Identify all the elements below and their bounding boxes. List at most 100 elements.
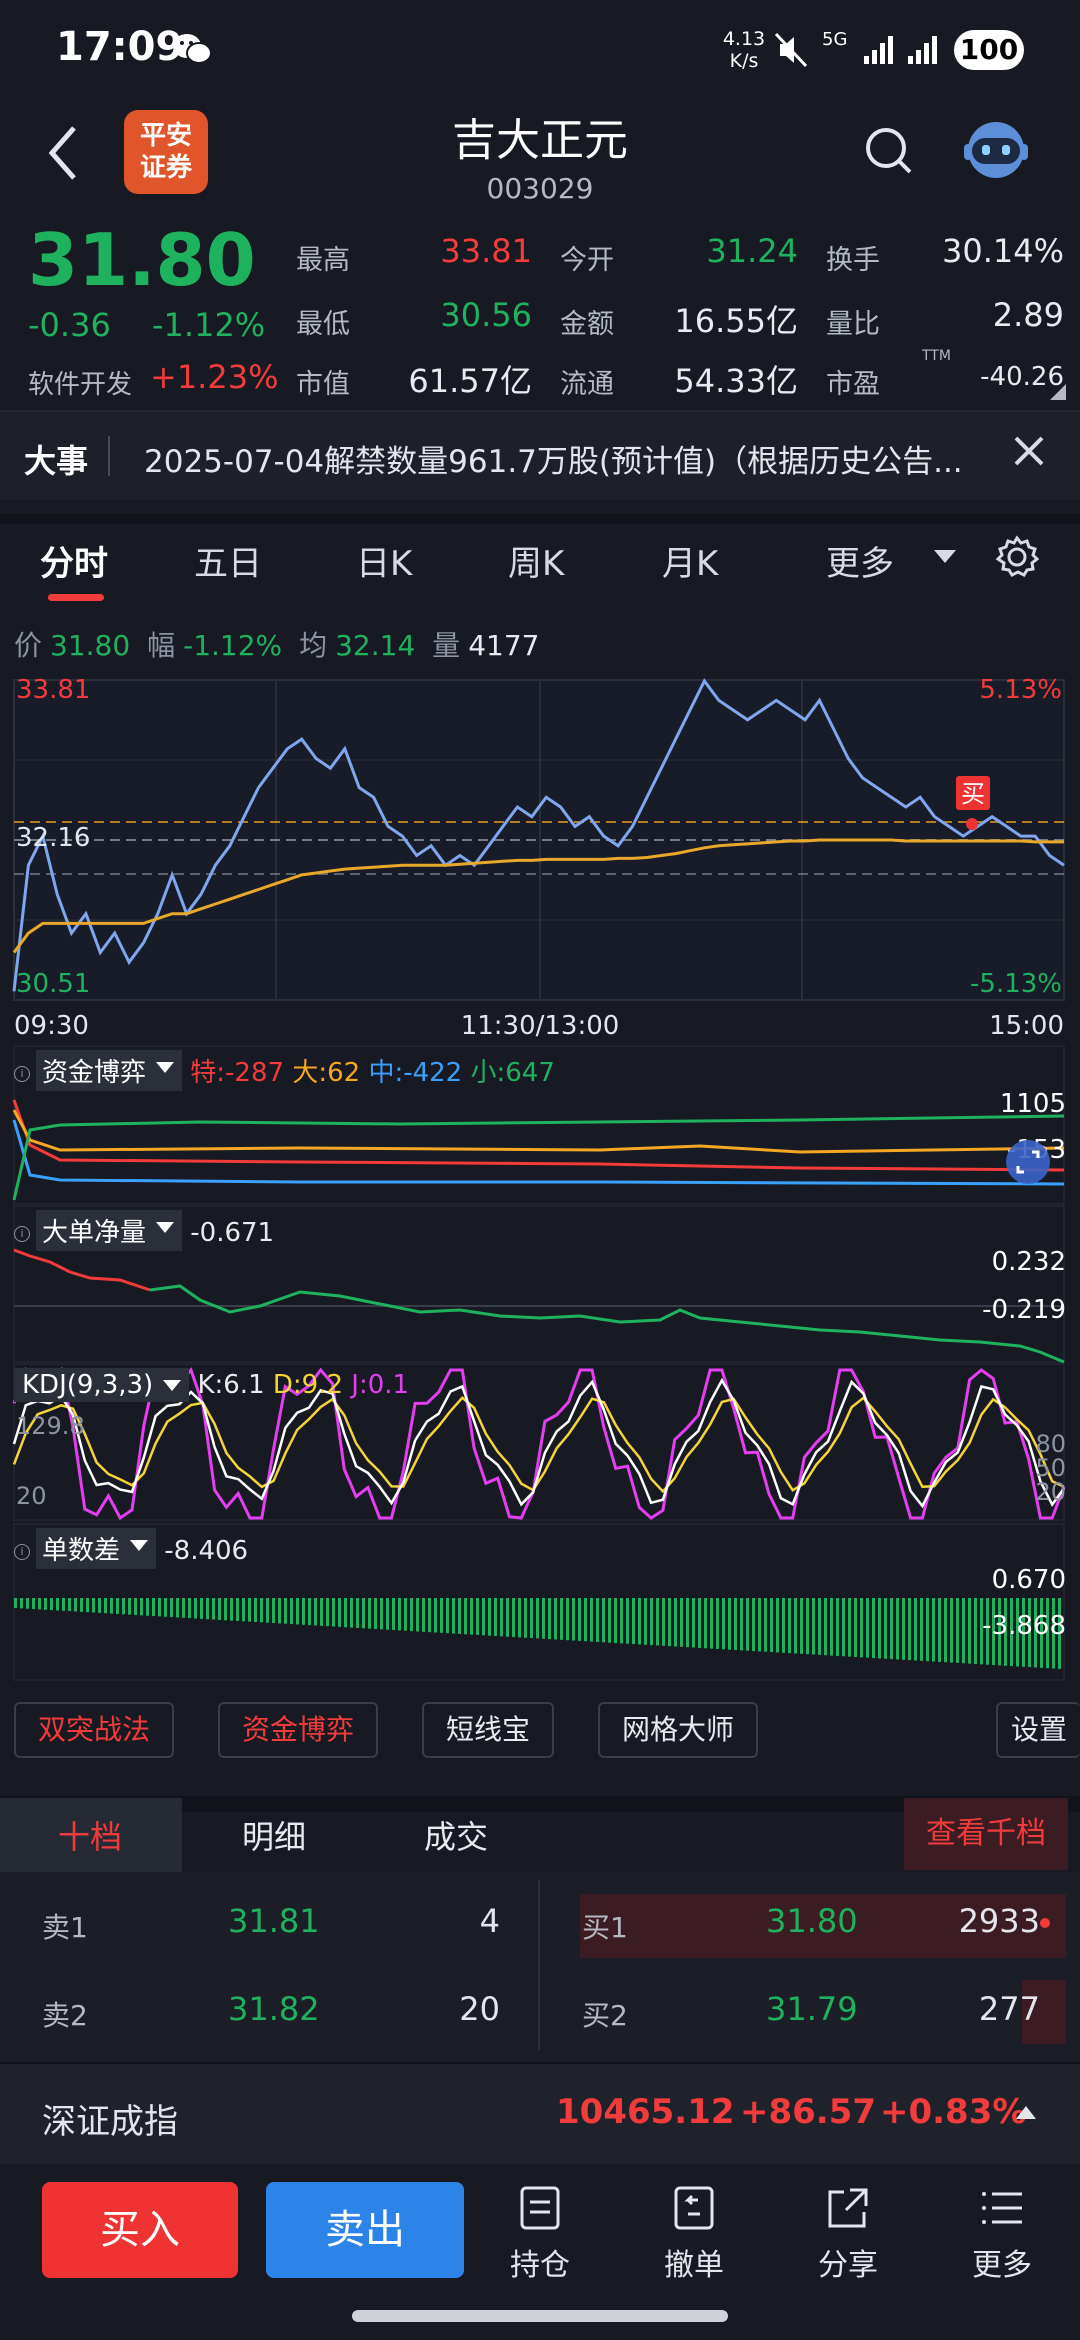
amp-value: -1.12% [183,629,283,662]
more-button[interactable]: 更多 [942,2180,1062,2284]
order-diff-bar [170,1598,173,1618]
ask1-volume: 4 [479,1902,500,1940]
tool-settings[interactable]: 设置 [996,1702,1080,1758]
buy-button[interactable]: 买入 [42,2182,238,2278]
order-diff-bar [326,1598,329,1627]
chevron-down-icon[interactable] [934,550,956,563]
order-diff-selector[interactable]: 单数差 [36,1528,157,1569]
fund-small-label: 小: [470,1058,506,1088]
fund-game-selector[interactable]: 资金博弈 [36,1050,183,1091]
bid2-volume: 277 [978,1990,1040,2028]
order-diff-bar [800,1598,803,1654]
kdj-d-value: 9.2 [301,1370,344,1400]
cancel-order-button[interactable]: 撤单 [634,2180,754,2284]
order-diff-bar [26,1598,29,1609]
tool-grid-master[interactable]: 网格大师 [598,1702,758,1758]
view-thousand-levels-button[interactable]: 查看千档 [904,1798,1068,1870]
order-diff-bar [62,1598,65,1611]
info-icon[interactable]: i [14,1065,30,1082]
tab-monthly-k[interactable]: 月K [662,536,718,585]
fullscreen-icon[interactable] [1006,1140,1050,1184]
tool-short-line[interactable]: 短线宝 [422,1702,554,1758]
back-button[interactable] [38,118,94,188]
index-value: 10465.12 [556,2092,735,2132]
order-diff-bar [926,1598,929,1662]
tab-intraday[interactable]: 分时 [40,536,108,585]
amp-label: 幅 [147,629,176,662]
current-price: 31.80 [28,218,256,302]
info-icon[interactable]: i [14,1543,30,1560]
net-speed: 4.13 K/s [722,28,766,72]
order-diff-bar [380,1598,383,1630]
share-button[interactable]: 分享 [788,2180,908,2284]
order-diff-bar [194,1598,197,1619]
open-value: 31.24 [706,232,798,270]
holdings-button[interactable]: 持仓 [480,2180,600,2284]
mute-icon [774,32,808,68]
vol-value: 4177 [468,629,540,662]
chevron-up-icon[interactable] [1016,2106,1036,2119]
order-diff-bar [20,1598,23,1609]
price-change-pct: -1.12% [152,306,266,344]
tab-daily-k[interactable]: 日K [356,536,412,585]
tool-double-breakout[interactable]: 双突战法 [14,1702,174,1758]
order-diff-bar [86,1598,89,1613]
big-order-axis-top: 0.232 [992,1247,1066,1277]
network-type-1: 5G [822,29,848,50]
order-diff-bar [848,1598,851,1657]
event-text[interactable]: 2025-07-04解禁数量961.7万股(预计值)（根据历史公告... [144,436,1010,481]
x-axis-label-midday: 11:30/13:00 [461,1011,620,1041]
sector-name[interactable]: 软件开发 [28,364,132,401]
order-diff-bar [620,1598,623,1644]
ask2-price: 31.82 [228,1990,320,2028]
info-icon[interactable]: i [14,1225,30,1242]
order-diff-bar [644,1598,647,1645]
order-diff-bar [860,1598,863,1658]
order-diff-bar [416,1598,419,1632]
search-icon[interactable] [860,122,916,178]
close-icon[interactable] [1010,432,1048,470]
fund-special-label: 特: [190,1058,226,1088]
big-order-selector[interactable]: 大单净量 [36,1210,183,1251]
pct-top-label: 5.13% [979,675,1062,705]
more-label: 更多 [972,2248,1032,2283]
order-diff-bar [464,1598,467,1635]
y-axis-bottom-label: 30.51 [16,969,90,999]
order-diff-bar [332,1598,335,1627]
avg-label: 均 [299,629,328,662]
gear-icon[interactable] [994,534,1040,580]
robot-assistant-icon[interactable] [960,112,1032,184]
order-diff-bar [734,1598,737,1650]
order-diff-bar [428,1598,431,1633]
tab-five-day[interactable]: 五日 [194,536,262,585]
order-diff-bar [524,1598,527,1638]
tab-weekly-k[interactable]: 周K [508,536,564,585]
sell-button[interactable]: 卖出 [266,2182,464,2278]
tab-ten-levels[interactable]: 十档 [58,1812,122,1858]
order-diff-bar [884,1598,887,1659]
tool-fund-game[interactable]: 资金博弈 [218,1702,378,1758]
sector-change-pct: +1.23% [150,358,279,396]
kdj-selector[interactable]: KDJ(9,3,3) [14,1368,190,1402]
order-diff-bar [716,1598,719,1649]
order-diff-bar [698,1598,701,1648]
tab-details[interactable]: 明细 [242,1812,306,1858]
big-order-header: i 大单净量 -0.671 [14,1210,274,1251]
kdj-k-label: K: [197,1370,224,1400]
order-diff-bar [152,1598,155,1617]
tab-more[interactable]: 更多 [826,536,894,585]
order-diff-bar [104,1598,107,1614]
order-diff-bar [74,1598,77,1612]
order-diff-bar [542,1598,545,1639]
fund-special-value: -287 [225,1058,285,1088]
order-diff-bar [392,1598,395,1631]
order-diff-bar [962,1598,965,1664]
order-diff-bar [182,1598,185,1618]
home-indicator[interactable] [352,2310,728,2322]
tab-trades[interactable]: 成交 [424,1812,488,1858]
order-diff-bar [374,1598,377,1629]
order-diff-bar [824,1598,827,1656]
cancel-order-icon [674,2186,714,2230]
order-diff-bar [596,1598,599,1642]
order-diff-bar [548,1598,551,1640]
